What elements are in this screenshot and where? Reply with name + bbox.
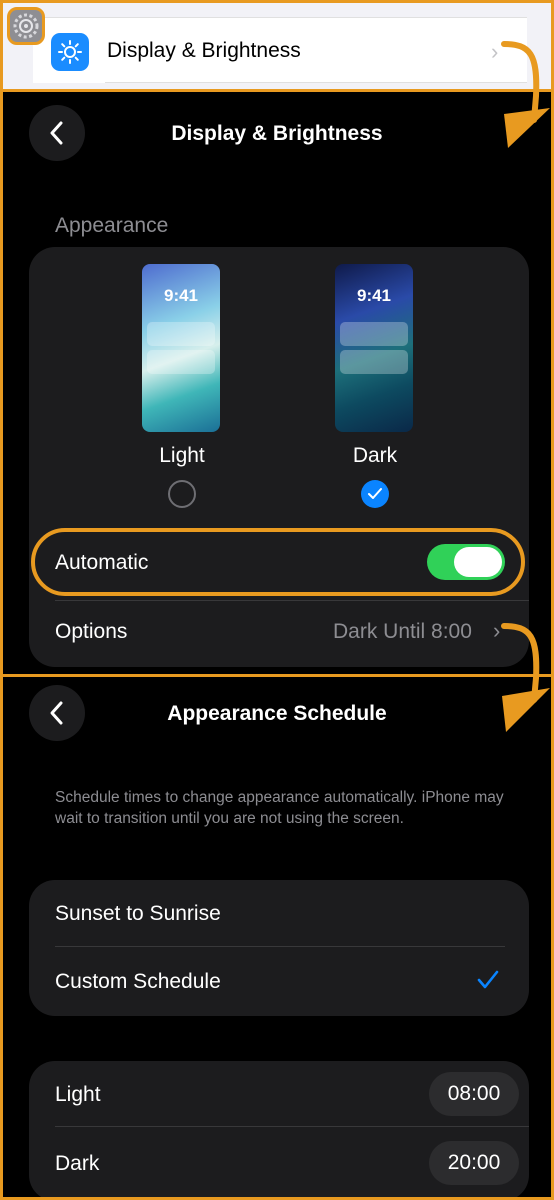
appearance-card [29,247,529,667]
separator [55,600,529,601]
preview-widget [147,322,215,346]
preview-widget [340,322,408,346]
separator [55,946,505,947]
preview-widget [340,350,408,374]
options-value[interactable]: Dark Until 8:00 [333,620,472,644]
schedule-options-card [29,880,529,1016]
sunset-to-sunrise-option[interactable]: Sunset to Sunrise [55,902,221,926]
options-label: Options [55,620,128,643]
custom-schedule-option[interactable]: Custom Schedule [55,970,221,994]
arrow-icon [501,623,550,732]
dark-time-label: Dark [55,1152,100,1175]
settings-list-panel: Display & Brightness › [0,0,554,92]
page-title: Appearance Schedule [167,702,387,725]
preview-widget [147,350,215,374]
checkmark-icon [477,970,499,989]
light-mode-preview[interactable]: 9:41 [142,264,220,432]
schedule-description: Schedule times to change appearance auto… [55,789,504,827]
arrow-icon [501,41,550,148]
light-mode-label: Light [159,444,205,467]
dark-mode-preview[interactable]: 9:41 [335,264,413,432]
checkmark-icon [368,488,382,499]
appearance-schedule-screen: Appearance Schedule Schedule times to ch… [0,674,554,1200]
preview-time: 9:41 [356,286,392,305]
automatic-toggle[interactable] [427,544,505,580]
automatic-label: Automatic [55,551,149,574]
separator [55,1126,529,1127]
preview-time: 9:41 [163,286,199,305]
separator [33,17,527,18]
settings-gear-icon [7,7,45,45]
display-brightness-label: Display & Brightness [107,39,301,62]
dark-mode-radio[interactable] [361,480,389,508]
display-brightness-screen: Display & Brightness Appearance 9:41 9:4… [0,89,554,677]
appearance-section-header: Appearance [55,214,169,237]
light-mode-radio[interactable] [168,480,196,508]
dark-time-picker[interactable]: 20:00 [429,1141,519,1185]
toggle-knob [454,547,502,577]
light-time-picker[interactable]: 08:00 [429,1072,519,1116]
separator [105,82,527,83]
light-time-label: Light [55,1083,101,1106]
page-title: Display & Brightness [171,122,383,145]
brightness-sun-icon [51,33,89,71]
dark-mode-label: Dark [352,444,398,467]
